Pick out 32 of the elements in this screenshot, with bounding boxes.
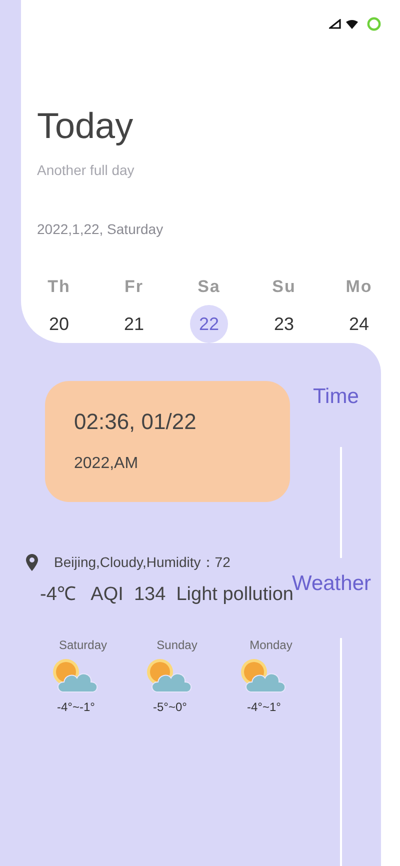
weekday-label: Fr [124, 276, 144, 298]
weekday-label: Sa [198, 276, 220, 298]
day-number[interactable]: 20 [40, 305, 78, 344]
time-text: 02:36, 01/22 [74, 408, 198, 436]
signal-icon [329, 19, 341, 29]
wifi-icon [345, 18, 359, 30]
section-label: Time [313, 384, 359, 410]
subtitle: Another full day [37, 160, 136, 180]
temperature-range: -4°~-1° [57, 698, 95, 716]
partly-cloudy-icon [146, 658, 194, 694]
weekday-label: Su [272, 276, 296, 298]
temperature-range: -4°~1° [247, 698, 281, 716]
temperature-range: -5°~0° [153, 698, 187, 716]
day-number[interactable]: 22 [190, 305, 228, 344]
day-number[interactable]: 21 [115, 305, 153, 344]
date-label: 2022,1,22, Saturday [37, 220, 164, 239]
page-title: Today [37, 106, 134, 146]
forecast-day: Monday [250, 636, 292, 654]
weekday-label: Th [48, 276, 70, 298]
battery-icon [367, 17, 381, 31]
year-text: 2022,AM [74, 454, 140, 474]
forecast-day: Saturday [58, 636, 108, 654]
weather-details: -4℃ AQI 134 Light pollution [40, 584, 294, 607]
section-label: Weather [292, 571, 371, 595]
day-number[interactable]: 23 [265, 305, 303, 344]
weekday-label: Mo [346, 276, 372, 298]
day-number[interactable]: 24 [340, 305, 378, 344]
location-pin-icon [26, 554, 38, 571]
partly-cloudy-icon [52, 658, 100, 694]
partly-cloudy-icon [240, 658, 288, 694]
forecast-day: Sunday [156, 636, 198, 654]
weather-summary: Beijing,Cloudy,Humidity：72 [54, 553, 230, 572]
